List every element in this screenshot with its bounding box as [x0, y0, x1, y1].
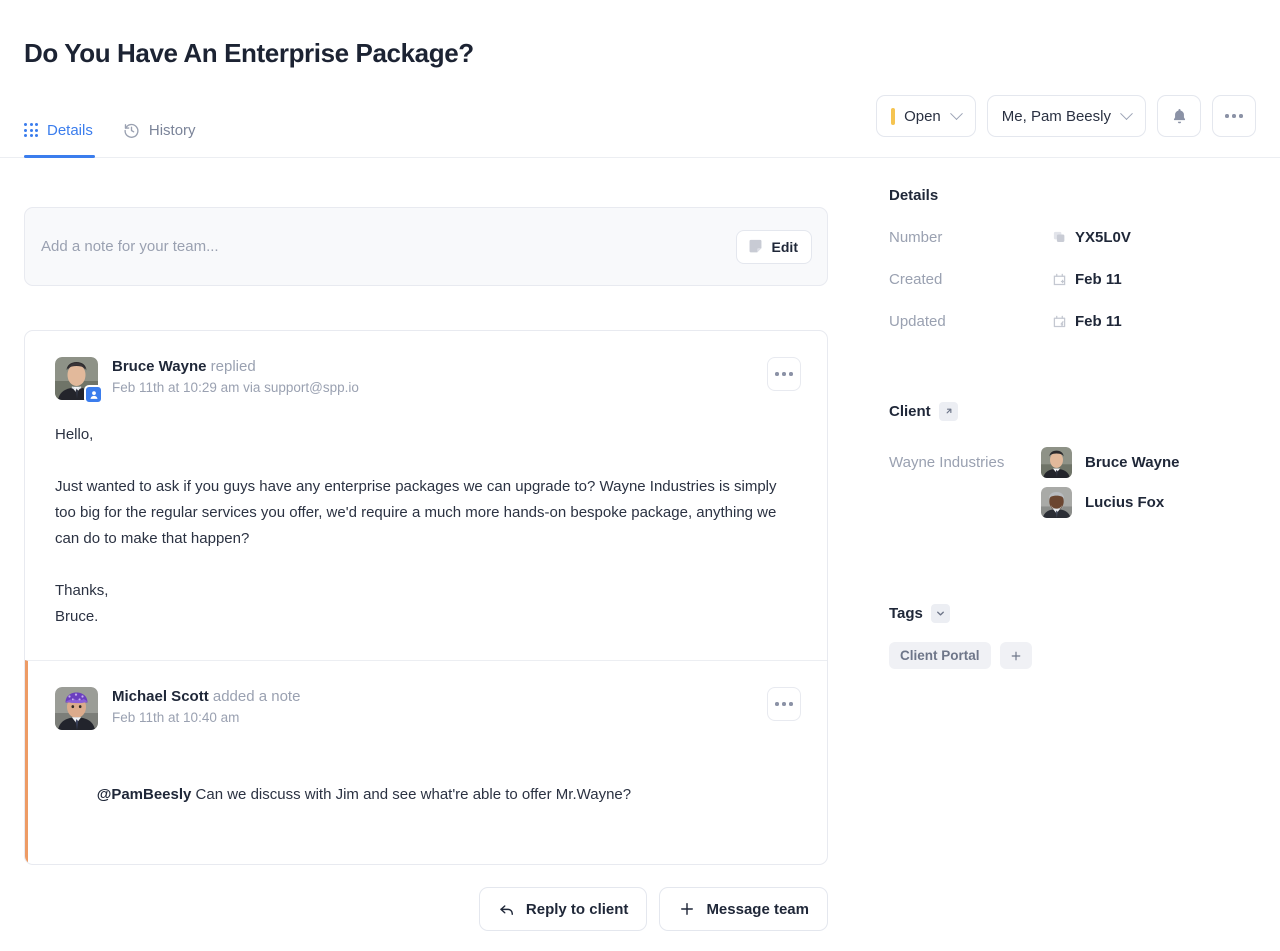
message-team-label: Message team [706, 900, 809, 918]
ellipsis-icon [775, 702, 793, 706]
tag-list: Client Portal [889, 642, 1229, 669]
message-item: Michael Scott added a note Feb 11th at 1… [25, 660, 827, 864]
chevron-down-icon [1120, 106, 1133, 120]
chevron-down-icon [949, 106, 963, 120]
message-item: Bruce Wayne replied Feb 11th at 10:29 am… [25, 331, 827, 660]
detail-value-wrap: Feb 11 [1052, 271, 1122, 288]
detail-row-created: Created Feb 11 [889, 271, 1229, 288]
message-timestamp: Feb 11th at 10:40 am [112, 710, 240, 725]
message-meta: Michael Scott added a note Feb 11th at 1… [112, 687, 300, 725]
details-section-title: Details [889, 187, 939, 204]
michael-scott-avatar [55, 687, 98, 730]
detail-label: Updated [889, 313, 946, 330]
client-people-list: Bruce Wayne Lucius Fox [1041, 447, 1179, 527]
conversation-column: Add a note for your team... Edit Bruce W… [24, 207, 828, 931]
client-row: Wayne Industries Bruce Wayne Lucius Fox [889, 447, 1229, 527]
message-action: added a note [212, 688, 301, 705]
detail-value-wrap: Feb 11 [1052, 313, 1122, 330]
client-company: Wayne Industries [889, 454, 1005, 471]
detail-row-number: Number YX5L0V [889, 229, 1229, 246]
client-user-icon [84, 385, 103, 404]
client-person-name: Lucius Fox [1085, 494, 1165, 511]
status-color-bar [891, 107, 896, 125]
plus-icon [1011, 651, 1020, 660]
add-tag-button[interactable] [999, 642, 1032, 669]
message-header: Bruce Wayne replied Feb 11th at 10:29 am… [55, 357, 797, 404]
detail-value: Feb 11 [1075, 271, 1122, 288]
note-placeholder: Add a note for your team... [41, 238, 219, 255]
avatar [55, 357, 103, 404]
message-author: Michael Scott [112, 688, 209, 705]
main-content: Add a note for your team... Edit Bruce W… [0, 159, 1280, 951]
list-item[interactable]: Bruce Wayne [1041, 447, 1179, 478]
message-meta: Bruce Wayne replied Feb 11th at 10:29 am… [112, 357, 359, 395]
message-options-button[interactable] [767, 687, 801, 721]
detail-label: Number [889, 229, 943, 246]
reply-to-client-label: Reply to client [525, 900, 629, 918]
note-text: Can we discuss with Jim and see what're … [191, 786, 632, 803]
status-dropdown[interactable]: Open [876, 95, 976, 137]
notifications-button[interactable] [1157, 95, 1201, 137]
status-label: Open [904, 107, 941, 125]
message-action: replied [210, 358, 256, 375]
tab-history-label: History [148, 121, 196, 139]
message-author-line: Bruce Wayne replied [112, 358, 359, 375]
ellipsis-icon [1225, 114, 1243, 118]
copy-icon[interactable] [1052, 230, 1067, 245]
tab-details[interactable]: Details [24, 103, 95, 158]
tab-history[interactable]: History [123, 103, 196, 157]
tags-title-label: Tags [889, 605, 923, 622]
header-actions: Open Me, Pam Beesly [876, 95, 1256, 137]
assignee-label: Me, Pam Beesly [1001, 107, 1111, 125]
chevron-down-icon[interactable] [930, 604, 950, 623]
detail-label: Created [889, 271, 943, 288]
message-team-button[interactable]: Message team [659, 887, 828, 931]
tags-section-title: Tags [889, 604, 1229, 623]
page-title: Do You Have An Enterprise Package? [24, 38, 474, 68]
bell-icon [1170, 107, 1189, 126]
detail-value: YX5L0V [1075, 229, 1131, 246]
detail-row-updated: Updated Feb 11 [889, 313, 1229, 330]
message-body: @PamBeesly Can we discuss with Jim and s… [55, 756, 797, 834]
edit-note-label: Edit [771, 238, 798, 255]
reply-arrow-icon [498, 900, 516, 918]
client-section: Client Wayne Industries Bruce Wayne Luci… [889, 402, 1229, 527]
client-title-label: Client [889, 403, 931, 420]
clock-rewind-icon [123, 122, 140, 139]
lucius-fox-avatar [1041, 487, 1072, 518]
message-options-button[interactable] [767, 357, 801, 391]
note-composer[interactable]: Add a note for your team... Edit [24, 207, 828, 286]
details-sidebar: Details Number YX5L0V Created Feb 11 Upd… [889, 187, 1229, 669]
list-item[interactable]: Lucius Fox [1041, 487, 1179, 518]
message-author-line: Michael Scott added a note [112, 688, 300, 705]
bruce-wayne-avatar [1041, 447, 1072, 478]
external-link-icon[interactable] [938, 402, 958, 421]
detail-value: Feb 11 [1075, 313, 1122, 330]
tags-section: Tags Client Portal [889, 604, 1229, 669]
tag-item[interactable]: Client Portal [889, 642, 991, 669]
client-section-title: Client [889, 402, 1229, 421]
calendar-edit-icon [1052, 314, 1067, 329]
reply-to-client-button[interactable]: Reply to client [478, 887, 648, 931]
plus-icon [678, 900, 696, 918]
message-header: Michael Scott added a note Feb 11th at 1… [55, 687, 797, 730]
thread-actions: Reply to client Message team [24, 887, 828, 931]
message-body: Hello, Just wanted to ask if you guys ha… [55, 426, 777, 625]
more-options-button[interactable] [1212, 95, 1256, 137]
calendar-plus-icon [1052, 272, 1067, 287]
client-person-name: Bruce Wayne [1085, 454, 1180, 471]
edit-note-button[interactable]: Edit [735, 229, 812, 264]
tab-details-label: Details [47, 121, 93, 139]
avatar [55, 687, 98, 730]
mention[interactable]: @PamBeesly [97, 786, 192, 803]
message-thread: Bruce Wayne replied Feb 11th at 10:29 am… [24, 330, 828, 865]
sticky-note-icon [747, 238, 764, 255]
ellipsis-icon [775, 372, 793, 376]
message-author: Bruce Wayne [112, 358, 207, 375]
grid-icon [24, 123, 38, 137]
assignee-dropdown[interactable]: Me, Pam Beesly [986, 95, 1146, 137]
detail-value-wrap: YX5L0V [1052, 229, 1131, 246]
message-timestamp: Feb 11th at 10:29 am via support@spp.io [112, 380, 359, 395]
